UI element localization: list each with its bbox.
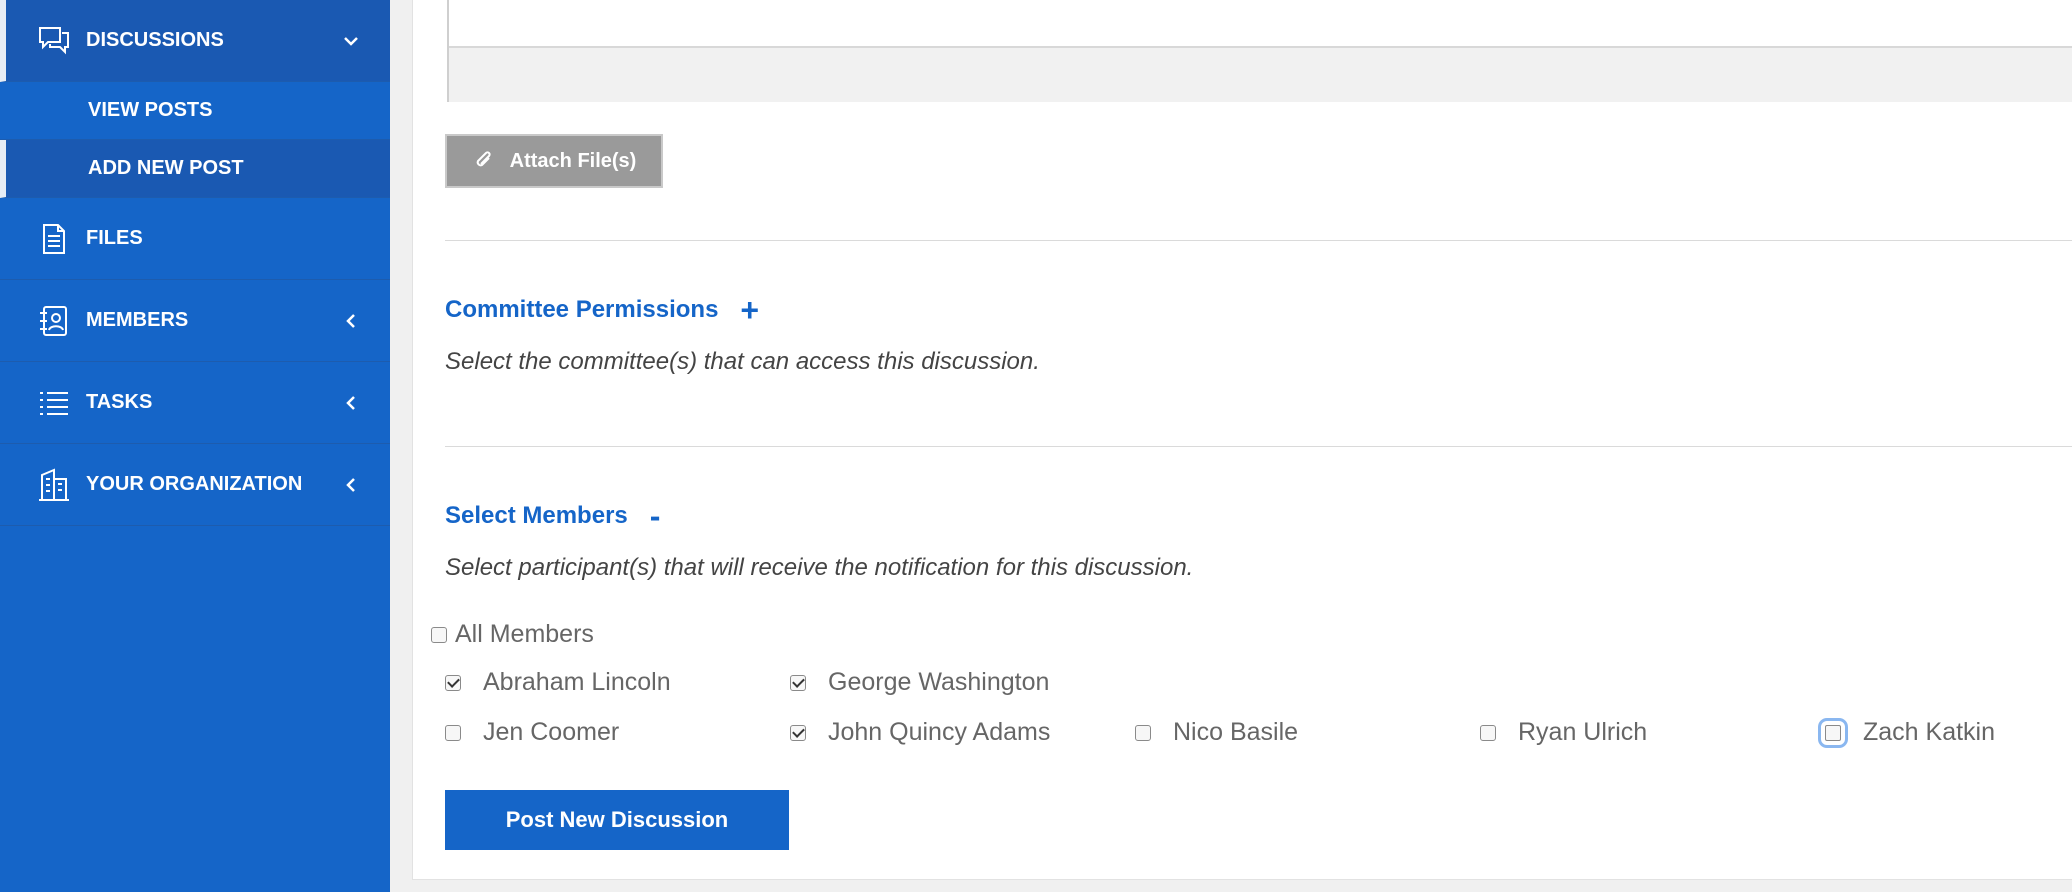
member-option[interactable]: Nico Basile [1135,718,1298,747]
member-checkbox[interactable] [445,724,461,741]
sidebar-item-discussions[interactable]: DISCUSSIONS [0,0,390,82]
sidebar-item-label: DISCUSSIONS [86,29,224,51]
all-members-label: All Members [455,620,594,648]
expand-committees-toggle[interactable]: + [740,294,759,326]
sidebar-item-label: MEMBERS [86,309,189,331]
sidebar-subitem-view-posts[interactable]: VIEW POSTS [0,82,390,140]
select-members-title: Select Members [445,502,628,529]
divider [445,240,2072,241]
chevron-left-icon[interactable] [342,476,360,494]
select-members-header: Select Members - [445,500,660,532]
sidebar-subitem-label: VIEW POSTS [88,99,213,121]
speech-bubble-icon [39,26,69,54]
member-option[interactable]: George Washington [790,668,1049,697]
message-editor[interactable] [447,0,2072,102]
sidebar-item-your-organization[interactable]: YOUR ORGANIZATION [0,444,390,526]
collapse-members-toggle[interactable]: - [650,500,661,532]
sidebar-item-label: TASKS [86,391,153,413]
sidebar-item-label: YOUR ORGANIZATION [86,473,303,495]
editor-status-bar [449,46,2072,102]
member-checkbox[interactable] [790,724,806,741]
member-option[interactable]: Zach Katkin [1818,717,1996,748]
chevron-left-icon[interactable] [342,394,360,412]
committee-permissions-title: Committee Permissions [445,296,719,323]
member-name: Nico Basile [1173,718,1299,746]
sidebar-item-members[interactable]: MEMBERS [0,280,390,362]
document-icon [43,223,65,254]
sidebar-item-files[interactable]: FILES [0,198,390,280]
sidebar-subitem-add-new-post[interactable]: ADD NEW POST [0,140,390,198]
chevron-left-icon[interactable] [342,312,360,330]
member-option[interactable]: Abraham Lincoln [445,668,671,697]
all-members-checkbox[interactable] [431,626,447,643]
member-checkbox[interactable] [1135,724,1151,741]
member-option[interactable]: Jen Coomer [445,718,619,747]
member-checkbox[interactable] [445,674,461,691]
member-name: John Quincy Adams [828,718,1051,746]
post-new-discussion-button[interactable]: Post New Discussion [445,790,789,850]
committee-permissions-help: Select the committee(s) that can access … [445,348,1040,375]
editor-text-area[interactable] [449,0,2072,46]
list-icon [40,391,68,415]
divider [445,446,2072,447]
member-name: George Washington [828,668,1050,696]
member-checkbox[interactable] [1480,724,1496,741]
paperclip-icon [476,151,491,167]
new-discussion-form: Attach File(s) Committee Permissions + S… [412,0,2072,880]
all-members-option[interactable]: All Members [431,620,594,649]
sidebar-item-label: FILES [86,227,143,249]
sidebar-item-tasks[interactable]: TASKS [0,362,390,444]
chevron-down-icon[interactable] [342,32,360,50]
address-book-icon [40,305,67,336]
member-name: Abraham Lincoln [483,668,671,696]
member-checkbox[interactable] [790,674,806,691]
attach-files-label: Attach File(s) [509,149,637,172]
member-name: Jen Coomer [483,718,620,746]
sidebar-subitem-label: ADD NEW POST [88,157,244,179]
member-option[interactable]: Ryan Ulrich [1480,718,1647,747]
member-option[interactable]: John Quincy Adams [790,718,1050,747]
building-icon [39,468,69,501]
committee-permissions-header: Committee Permissions + [445,294,759,326]
attach-files-button[interactable]: Attach File(s) [445,134,663,188]
member-name: Zach Katkin [1863,718,1996,746]
member-checkbox[interactable] [1818,717,1848,748]
member-name: Ryan Ulrich [1518,718,1648,746]
select-members-help: Select participant(s) that will receive … [445,554,1194,581]
sidebar: DISCUSSIONS VIEW POSTS ADD NEW POST FILE… [0,0,390,892]
